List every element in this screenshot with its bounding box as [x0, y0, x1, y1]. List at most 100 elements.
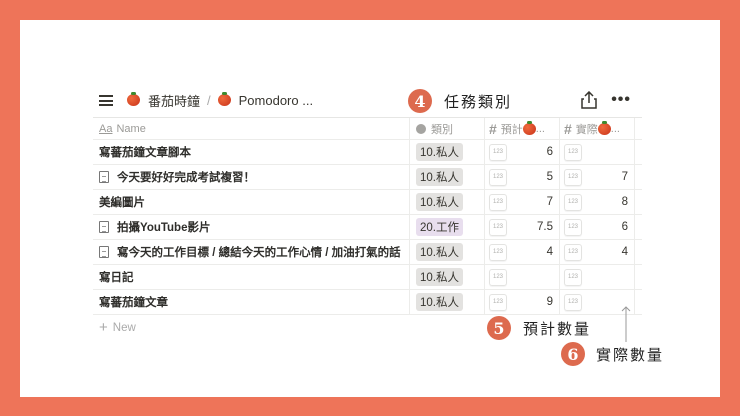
- category-tag: 10.私人: [416, 293, 463, 311]
- actual-cell[interactable]: 123: [559, 265, 634, 289]
- actual-cell[interactable]: 123 4: [559, 240, 634, 264]
- document-icon: [99, 171, 109, 183]
- number-type-icon: #: [564, 120, 572, 137]
- annotation-6: 6 實際數量: [561, 342, 664, 366]
- arrow-up-icon: [621, 306, 631, 342]
- category-tag: 10.私人: [416, 243, 463, 261]
- extra-cell: [634, 215, 642, 239]
- estimated-cell[interactable]: 123 7: [484, 190, 559, 214]
- estimated-cell[interactable]: 123 9: [484, 290, 559, 314]
- more-icon[interactable]: •••: [611, 91, 631, 109]
- category-tag: 10.私人: [416, 168, 463, 186]
- name-cell[interactable]: 美編圖片: [93, 190, 409, 214]
- table-row[interactable]: 寫蕃茄鐘文章腳本 10.私人 123 6 123: [93, 140, 642, 165]
- row-name: 寫蕃茄鐘文章: [99, 297, 168, 309]
- share-icon[interactable]: [581, 91, 597, 109]
- actual-cell[interactable]: 123: [559, 140, 634, 164]
- estimated-value: 5: [546, 171, 553, 183]
- actual-cell[interactable]: 123 6: [559, 215, 634, 239]
- table-row[interactable]: 寫蕃茄鐘文章 10.私人 123 9 123: [93, 290, 642, 315]
- number-badge: 123: [489, 168, 507, 186]
- estimated-value: 7: [546, 196, 553, 208]
- category-tag: 10.私人: [416, 268, 463, 286]
- extra-cell: [634, 290, 642, 314]
- number-type-icon: #: [489, 120, 497, 137]
- table-row[interactable]: 拍攝YouTube影片 20.工作 123 7.5 123 6: [93, 215, 642, 240]
- document-icon: [99, 246, 109, 258]
- column-name[interactable]: Aa Name: [93, 118, 409, 139]
- actual-value: 6: [621, 221, 628, 233]
- row-name: 今天要好好完成考試複習！: [117, 172, 255, 184]
- name-cell[interactable]: 寫蕃茄鐘文章腳本: [93, 140, 409, 164]
- breadcrumb-page2[interactable]: Pomodoro ...: [239, 93, 313, 108]
- category-cell[interactable]: 10.私人: [409, 265, 484, 289]
- database-table: Aa Name 類別 # 預計... # 實際... 寫蕃茄鐘文章腳本 10.私人 1…: [93, 117, 642, 340]
- name-cell[interactable]: 拍攝YouTube影片: [93, 215, 409, 239]
- column-estimated-label: 預計: [500, 123, 523, 136]
- actual-cell[interactable]: 123 7: [559, 165, 634, 189]
- category-cell[interactable]: 10.私人: [409, 190, 484, 214]
- menu-icon[interactable]: [99, 94, 113, 106]
- annotation-5: 5 預計數量: [487, 316, 591, 340]
- top-bar: 番茄時鐘 / Pomodoro ... •••: [93, 88, 643, 112]
- table-row[interactable]: 今天要好好完成考試複習！ 10.私人 123 5 123 7: [93, 165, 642, 190]
- table-row[interactable]: 寫今天的工作目標 / 總結今天的工作心情 / 加油打氣的話 10.私人 123 4…: [93, 240, 642, 265]
- extra-cell: [634, 140, 642, 164]
- row-name: 拍攝YouTube影片: [117, 222, 211, 234]
- actual-value: 4: [621, 246, 628, 258]
- estimated-value: 7.5: [537, 221, 553, 233]
- category-tag: 10.私人: [416, 193, 463, 211]
- name-cell[interactable]: 寫蕃茄鐘文章: [93, 290, 409, 314]
- category-cell[interactable]: 20.工作: [409, 215, 484, 239]
- table-header: Aa Name 類別 # 預計... # 實際...: [93, 117, 642, 140]
- category-cell[interactable]: 10.私人: [409, 290, 484, 314]
- annotation-number: 4: [408, 89, 432, 113]
- breadcrumb-page1[interactable]: 番茄時鐘: [148, 91, 200, 110]
- actual-cell[interactable]: 123 8: [559, 190, 634, 214]
- table-row[interactable]: 美編圖片 10.私人 123 7 123 8: [93, 190, 642, 215]
- category-tag: 20.工作: [416, 218, 463, 236]
- actual-value: 8: [621, 196, 628, 208]
- number-badge: 123: [564, 168, 582, 186]
- category-cell[interactable]: 10.私人: [409, 165, 484, 189]
- number-badge: 123: [564, 193, 582, 211]
- name-cell[interactable]: 寫日記: [93, 265, 409, 289]
- category-tag: 10.私人: [416, 143, 463, 161]
- extra-cell: [634, 190, 642, 214]
- extra-cell: [634, 165, 642, 189]
- annotation-text: 實際數量: [596, 346, 665, 364]
- category-cell[interactable]: 10.私人: [409, 240, 484, 264]
- annotation-text: 預計數量: [523, 320, 592, 338]
- number-badge: 123: [489, 143, 507, 161]
- column-actual-label: 實際: [575, 123, 598, 136]
- row-name: 寫日記: [99, 272, 134, 284]
- column-actual[interactable]: # 實際...: [559, 118, 634, 139]
- table-row[interactable]: 寫日記 10.私人 123 123: [93, 265, 642, 290]
- estimated-cell[interactable]: 123 5: [484, 165, 559, 189]
- breadcrumb-separator: /: [207, 92, 211, 108]
- estimated-cell[interactable]: 123 6: [484, 140, 559, 164]
- estimated-cell[interactable]: 123: [484, 265, 559, 289]
- plus-icon: +: [99, 319, 108, 336]
- number-badge: 123: [489, 268, 507, 286]
- actual-value: 7: [621, 171, 628, 183]
- category-cell[interactable]: 10.私人: [409, 140, 484, 164]
- extra-cell: [634, 265, 642, 289]
- annotation-number: 6: [561, 342, 585, 366]
- extra-cell: [634, 240, 642, 264]
- annotation-number: 5: [487, 316, 511, 340]
- column-category[interactable]: 類別: [409, 118, 484, 139]
- ellipsis: ...: [610, 122, 620, 135]
- name-cell[interactable]: 今天要好好完成考試複習！: [93, 165, 409, 189]
- number-badge: 123: [489, 193, 507, 211]
- column-estimated[interactable]: # 預計...: [484, 118, 559, 139]
- estimated-cell[interactable]: 123 7.5: [484, 215, 559, 239]
- column-name-label: Name: [116, 122, 146, 135]
- row-name: 寫蕃茄鐘文章腳本: [99, 147, 191, 159]
- estimated-cell[interactable]: 123 4: [484, 240, 559, 264]
- tomato-icon: [217, 92, 231, 106]
- name-cell[interactable]: 寫今天的工作目標 / 總結今天的工作心情 / 加油打氣的話: [93, 240, 409, 264]
- tomato-icon: [522, 120, 536, 135]
- number-badge: 123: [564, 143, 582, 161]
- column-more: [634, 118, 642, 139]
